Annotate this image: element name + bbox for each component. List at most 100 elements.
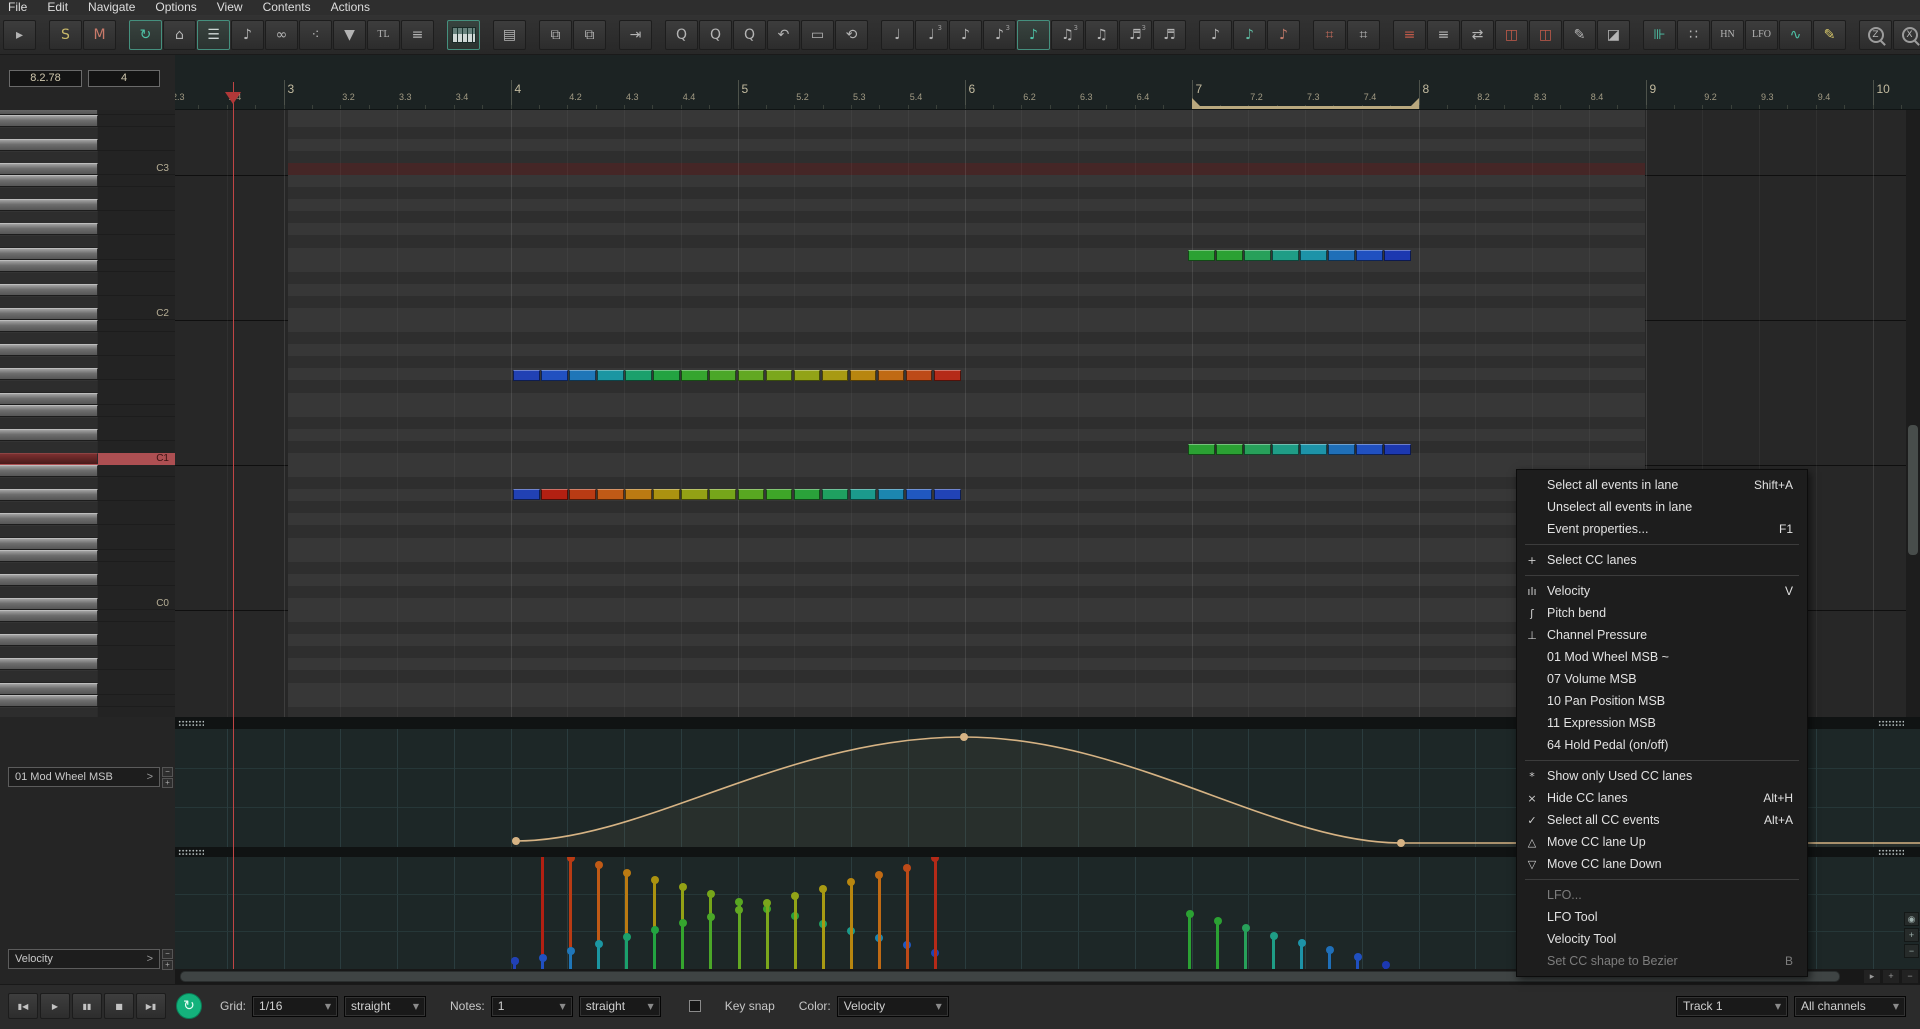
note-2t-icon[interactable]: ♪ 3 [983, 19, 1016, 50]
piano-key-surface[interactable] [0, 658, 98, 670]
velocity-stem-dot[interactable] [763, 899, 772, 907]
velocity-stem-dot[interactable] [622, 933, 631, 941]
midi-note[interactable] [1356, 250, 1383, 261]
piano-key-black[interactable] [0, 150, 175, 163]
velocity-stem[interactable] [541, 857, 545, 969]
piano-key-surface[interactable] [0, 150, 98, 163]
piano-key-white[interactable] [0, 368, 175, 381]
midi-note[interactable] [513, 489, 540, 500]
midi-note[interactable] [849, 370, 877, 381]
velocity-stem[interactable] [1216, 921, 1220, 969]
piano-key-surface[interactable] [0, 670, 98, 683]
piano-key-surface[interactable] [0, 585, 98, 598]
velocity-stem-dot[interactable] [931, 857, 940, 862]
piano-key-black[interactable] [0, 295, 175, 308]
midi-note[interactable] [569, 370, 596, 381]
midi-note[interactable] [625, 489, 652, 500]
midi-note[interactable] [765, 370, 793, 381]
menu-item-select-all-events-in-lane[interactable]: Select all events in lane Shift+A [1517, 474, 1807, 496]
velocity-stem[interactable] [1244, 928, 1248, 969]
menu-item-07-volume-msb[interactable]: 07 Volume MSB [1517, 668, 1807, 690]
piano-key-white[interactable] [0, 694, 175, 707]
midi-note[interactable] [821, 370, 849, 381]
velocity-stem-dot[interactable] [678, 883, 687, 891]
key-snap-checkbox[interactable] [688, 1000, 701, 1012]
midi-note[interactable] [569, 489, 596, 500]
cc-lane-selector-mod[interactable]: 01 Mod Wheel MSB > [8, 767, 160, 787]
piano-key-surface[interactable] [0, 525, 98, 538]
piano-key-white[interactable] [0, 392, 175, 405]
mouse-mod-icon[interactable]: ✎ [1813, 19, 1846, 50]
menu-item-unselect-all-events-in-lane[interactable]: Unselect all events in lane [1517, 496, 1807, 518]
piano-key-white[interactable] [0, 344, 175, 357]
velocity-stem-dot[interactable] [791, 892, 800, 900]
mute-button[interactable]: M [83, 19, 116, 50]
note-grow-icon[interactable]: ♪ [1199, 19, 1232, 50]
midi-note[interactable] [793, 489, 821, 500]
velocity-stem-dot[interactable] [1297, 939, 1306, 947]
piano-key-black[interactable] [0, 416, 175, 429]
menu-item-show-only-used-cc-lanes[interactable]: * Show only Used CC lanes [1517, 765, 1807, 787]
note-4t-icon[interactable]: ♬ 3 [1119, 19, 1152, 50]
piano-key-surface[interactable] [0, 597, 98, 609]
piano-key-white[interactable] [0, 634, 175, 647]
piano-key-white[interactable] [0, 537, 175, 550]
loop-button[interactable]: ↻ [176, 993, 202, 1019]
menu-navigate[interactable]: Navigate [78, 0, 145, 15]
go-to-end-button[interactable]: ▶▮ [136, 993, 166, 1019]
piano-key-surface[interactable] [0, 110, 98, 114]
velocity-stem[interactable] [625, 937, 629, 969]
piano-key-white[interactable] [0, 247, 175, 260]
piano-key-black[interactable] [0, 356, 175, 369]
menu-item-channel-pressure[interactable]: ⊥ Channel Pressure [1517, 624, 1807, 646]
menu-item-01-mod-wheel-msb[interactable]: 01 Mod Wheel MSB ~ [1517, 646, 1807, 668]
piano-key-black[interactable] [0, 126, 175, 139]
piano-key-surface[interactable] [0, 694, 98, 706]
cc-lane-shrink-button[interactable]: − [162, 767, 173, 777]
camelot-icon[interactable]: ⌂ [163, 19, 196, 50]
menu-item-move-cc-lane-down[interactable]: ▽ Move CC lane Down [1517, 853, 1807, 875]
midi-note[interactable] [597, 489, 624, 500]
cc-lane-selector-velocity[interactable]: Velocity > [8, 949, 160, 969]
note-legato-icon[interactable]: ♪ [1267, 19, 1300, 50]
pencil-icon[interactable]: ✎ [1563, 19, 1596, 50]
velocity-stem-dot[interactable] [594, 940, 603, 948]
menu-contents[interactable]: Contents [253, 0, 321, 15]
velocity-stem-dot[interactable] [903, 864, 912, 872]
freeze-quantize-icon[interactable]: ▭ [801, 19, 834, 50]
piano-key-black[interactable] [0, 235, 175, 248]
piano-key-black[interactable] [0, 477, 175, 490]
midi-note[interactable] [1300, 444, 1327, 455]
velocity-stem-dot[interactable] [1353, 953, 1362, 961]
piano-key-black[interactable] [0, 670, 175, 683]
midi-note[interactable] [905, 370, 933, 381]
midi-note[interactable] [1188, 444, 1215, 455]
piano-key-black[interactable] [0, 646, 175, 659]
menu-options[interactable]: Options [145, 0, 206, 15]
velocity-stem-dot[interactable] [566, 947, 575, 955]
velocity-stem[interactable] [877, 875, 881, 969]
doc-copy-down-icon[interactable]: ⧉ [539, 19, 572, 50]
menu-view[interactable]: View [207, 0, 253, 15]
piano-key-black[interactable] [0, 332, 175, 345]
velocity-stem-dot[interactable] [510, 957, 519, 965]
midi-note[interactable] [597, 370, 624, 381]
menu-item-event-properties[interactable]: Event properties... F1 [1517, 518, 1807, 540]
piano-key-surface[interactable] [0, 392, 98, 404]
velocity-stem[interactable] [1272, 936, 1276, 969]
piano-key-surface[interactable] [0, 380, 98, 393]
piano-key-black[interactable] [0, 585, 175, 598]
midi-note[interactable] [737, 489, 765, 500]
piano-key-surface[interactable] [0, 235, 98, 248]
cc-lane-grow-button[interactable]: + [162, 778, 173, 788]
velocity-stem-dot[interactable] [735, 898, 743, 906]
midi-note[interactable] [1356, 444, 1383, 455]
move-left-icon[interactable]: ≡ [1393, 19, 1426, 50]
piano-view-icon[interactable] [447, 19, 480, 50]
position-time-field[interactable]: 8.2.78 [9, 70, 82, 87]
piano-key-surface[interactable] [0, 706, 98, 717]
midi-note[interactable] [653, 370, 680, 381]
midi-note[interactable] [709, 489, 736, 500]
swap-icon[interactable]: ⇄ [1461, 19, 1494, 50]
piano-key-white[interactable] [0, 489, 175, 502]
